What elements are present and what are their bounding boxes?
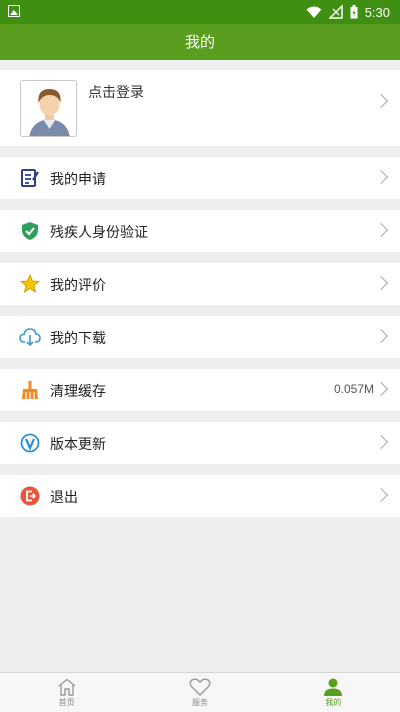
tab-label: 服务 xyxy=(191,698,208,707)
shield-check-icon xyxy=(19,220,41,242)
login-prompt: 点击登录 xyxy=(88,85,144,101)
menu-label: 我的评价 xyxy=(50,278,106,294)
menu-label: 残疾人身份验证 xyxy=(50,225,148,241)
cache-size: 0.057M xyxy=(333,382,374,396)
battery-icon xyxy=(350,5,358,19)
version-update-icon xyxy=(19,432,41,454)
tab-label: 我的 xyxy=(325,698,342,707)
chevron-right-icon xyxy=(373,487,389,503)
tab-mine[interactable]: 我的 xyxy=(267,673,400,712)
tab-label: 首页 xyxy=(58,698,75,707)
profile-login-row[interactable]: 点击登录 xyxy=(0,70,400,146)
chevron-right-icon xyxy=(373,328,389,344)
menu-my-reviews[interactable]: 我的评价 xyxy=(0,263,400,305)
menu-label: 清理缓存 xyxy=(50,384,106,400)
status-bar: 5:30 xyxy=(0,0,400,24)
tab-services[interactable]: 服务 xyxy=(133,673,266,712)
menu-label: 版本更新 xyxy=(50,437,106,453)
menu-version-update[interactable]: 版本更新 xyxy=(0,422,400,464)
menu-logout[interactable]: 退出 xyxy=(0,475,400,517)
menu-label: 我的下载 xyxy=(50,331,106,347)
chevron-right-icon xyxy=(373,222,389,238)
cloud-download-icon xyxy=(19,326,41,348)
chevron-right-icon xyxy=(373,275,389,291)
menu-my-applications[interactable]: 我的申请 xyxy=(0,157,400,199)
star-icon xyxy=(19,273,41,295)
page-title: 我的 xyxy=(0,24,400,60)
menu-label: 我的申请 xyxy=(50,172,106,188)
menu-disability-verification[interactable]: 残疾人身份验证 xyxy=(0,210,400,252)
wifi-icon xyxy=(306,6,322,18)
avatar xyxy=(20,80,77,137)
chevron-right-icon xyxy=(373,169,389,185)
heart-icon xyxy=(189,678,211,696)
no-signal-icon xyxy=(328,5,343,19)
tab-home[interactable]: 首页 xyxy=(0,673,133,712)
image-notification-icon xyxy=(8,5,20,17)
chevron-right-icon xyxy=(373,93,389,109)
bottom-tab-bar: 首页 服务 我的 xyxy=(0,672,400,712)
home-icon xyxy=(58,678,76,696)
status-time: 5:30 xyxy=(364,4,390,20)
menu-label: 退出 xyxy=(50,490,78,506)
chevron-right-icon xyxy=(373,434,389,450)
menu-clear-cache[interactable]: 清理缓存 0.057M xyxy=(0,369,400,411)
chevron-right-icon xyxy=(373,381,389,397)
person-icon xyxy=(324,678,343,696)
application-icon xyxy=(19,167,41,189)
broom-icon xyxy=(19,379,41,401)
logout-icon xyxy=(19,485,41,507)
menu-my-downloads[interactable]: 我的下载 xyxy=(0,316,400,358)
